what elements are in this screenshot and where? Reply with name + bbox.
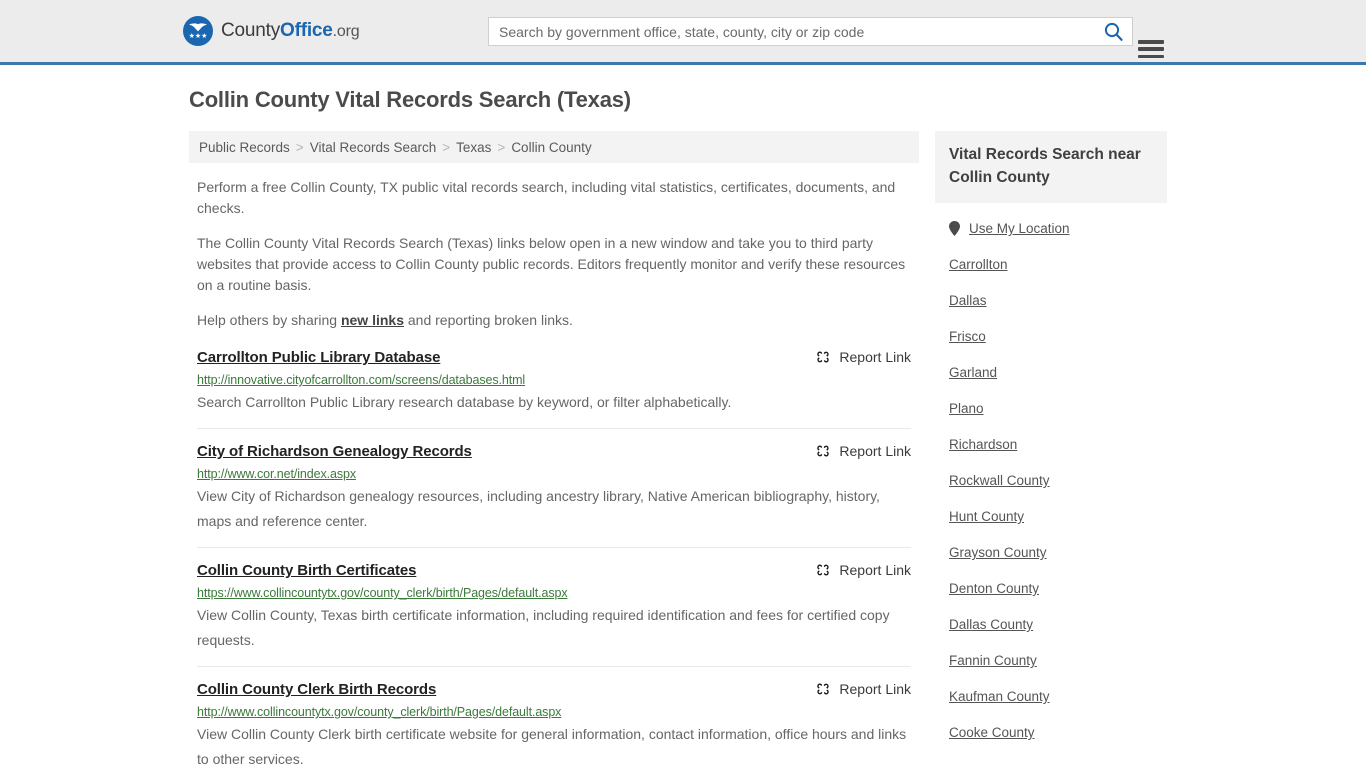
sidebar-link-kaufman-county[interactable]: Kaufman County	[949, 689, 1153, 704]
sidebar-link-grayson-county[interactable]: Grayson County	[949, 545, 1153, 560]
result-title-link[interactable]: Collin County Clerk Birth Records	[197, 681, 436, 698]
report-link-label: Report Link	[839, 349, 911, 365]
result-url[interactable]: http://www.cor.net/index.aspx	[197, 467, 911, 481]
breadcrumb-separator: >	[295, 139, 304, 155]
sidebar-link-dallas[interactable]: Dallas	[949, 293, 1153, 308]
intro-paragraph-3: Help others by sharing new links and rep…	[197, 310, 911, 331]
result-title-link[interactable]: City of Richardson Genealogy Records	[197, 443, 472, 460]
breadcrumb-separator: >	[442, 139, 451, 155]
sidebar-link-dallas-county[interactable]: Dallas County	[949, 617, 1153, 632]
result-url[interactable]: https://www.collincountytx.gov/county_cl…	[197, 586, 911, 600]
result-item: Collin County Birth Certificates Report …	[197, 547, 911, 666]
report-link-label: Report Link	[839, 681, 911, 697]
sidebar: Vital Records Search near Collin County …	[935, 131, 1167, 768]
sidebar-link-hunt-county[interactable]: Hunt County	[949, 509, 1153, 524]
result-description: View Collin County, Texas birth certific…	[197, 607, 890, 648]
results-list: Carrollton Public Library Database Repor…	[189, 345, 919, 768]
sidebar-link-carrollton[interactable]: Carrollton	[949, 257, 1153, 272]
logo-text-tld: .org	[332, 23, 360, 40]
use-my-location-link[interactable]: Use My Location	[969, 221, 1070, 236]
broken-link-icon	[817, 351, 830, 363]
use-my-location-row[interactable]: Use My Location	[949, 221, 1153, 236]
breadcrumb-separator: >	[497, 139, 506, 155]
hamburger-menu-button[interactable]	[1138, 38, 1164, 60]
breadcrumb-item-texas[interactable]: Texas	[456, 140, 491, 155]
sidebar-link-rockwall-county[interactable]: Rockwall County	[949, 473, 1153, 488]
search-button[interactable]	[1094, 18, 1132, 45]
result-title-link[interactable]: Collin County Birth Certificates	[197, 562, 416, 579]
report-link-button[interactable]: Report Link	[801, 349, 911, 365]
breadcrumb-item-collin-county: Collin County	[511, 139, 592, 155]
result-url[interactable]: http://www.collincountytx.gov/county_cle…	[197, 705, 911, 719]
main-content: Public Records > Vital Records Search > …	[189, 131, 919, 768]
result-item: Collin County Clerk Birth Records Report…	[197, 666, 911, 768]
logo-wordmark: CountyOffice.org	[221, 20, 360, 42]
breadcrumb: Public Records > Vital Records Search > …	[189, 131, 919, 163]
map-pin-icon	[949, 221, 960, 236]
result-description: View Collin County Clerk birth certifica…	[197, 726, 907, 767]
report-link-button[interactable]: Report Link	[801, 562, 911, 578]
sidebar-link-denton-county[interactable]: Denton County	[949, 581, 1153, 596]
sidebar-link-richardson[interactable]: Richardson	[949, 437, 1153, 452]
search-bar[interactable]	[488, 17, 1164, 58]
intro-text-after: and reporting broken links.	[404, 312, 573, 328]
sidebar-link-cooke-county[interactable]: Cooke County	[949, 725, 1153, 740]
broken-link-icon	[817, 445, 830, 457]
sidebar-heading: Vital Records Search near Collin County	[949, 146, 1141, 186]
broken-link-icon	[817, 564, 830, 576]
hamburger-bar-2	[1138, 47, 1164, 51]
breadcrumb-item-public-records[interactable]: Public Records	[199, 140, 290, 155]
report-link-label: Report Link	[839, 443, 911, 459]
result-url[interactable]: http://innovative.cityofcarrollton.com/s…	[197, 373, 911, 387]
site-logo[interactable]: ★★★ CountyOffice.org	[183, 16, 360, 46]
intro-paragraph-2: The Collin County Vital Records Search (…	[197, 235, 906, 293]
page-container: Collin County Vital Records Search (Texa…	[183, 65, 1183, 768]
hamburger-bar-3	[1138, 54, 1164, 58]
logo-text-office: Office	[280, 20, 333, 41]
breadcrumb-item-vital-records-search[interactable]: Vital Records Search	[310, 140, 437, 155]
site-header: ★★★ CountyOffice.org	[0, 0, 1366, 65]
new-links-link[interactable]: new links	[341, 312, 404, 328]
logo-eagle-icon: ★★★	[183, 16, 213, 46]
report-link-label: Report Link	[839, 562, 911, 578]
intro-text-before: Help others by sharing	[197, 312, 341, 328]
broken-link-icon	[817, 683, 830, 695]
sidebar-link-fannin-county[interactable]: Fannin County	[949, 653, 1153, 668]
search-input[interactable]	[489, 18, 1094, 45]
report-link-button[interactable]: Report Link	[801, 443, 911, 459]
page-title: Collin County Vital Records Search (Texa…	[189, 87, 631, 112]
intro-section: Perform a free Collin County, TX public …	[189, 163, 919, 331]
hamburger-bar-1	[1138, 40, 1164, 44]
result-description: Search Carrollton Public Library researc…	[197, 394, 732, 410]
sidebar-link-frisco[interactable]: Frisco	[949, 329, 1153, 344]
intro-paragraph-1: Perform a free Collin County, TX public …	[197, 179, 896, 216]
sidebar-heading-box: Vital Records Search near Collin County	[935, 131, 1167, 203]
sidebar-links: Use My Location Carrollton Dallas Frisco…	[935, 221, 1167, 740]
logo-stars-icon: ★★★	[188, 33, 208, 40]
sidebar-link-plano[interactable]: Plano	[949, 401, 1153, 416]
result-description: View City of Richardson genealogy resour…	[197, 488, 880, 529]
logo-text-county: County	[221, 20, 281, 41]
report-link-button[interactable]: Report Link	[801, 681, 911, 697]
sidebar-link-garland[interactable]: Garland	[949, 365, 1153, 380]
search-icon	[1104, 22, 1123, 41]
result-title-link[interactable]: Carrollton Public Library Database	[197, 349, 440, 366]
result-item: City of Richardson Genealogy Records Rep…	[197, 428, 911, 547]
result-item: Carrollton Public Library Database Repor…	[197, 345, 911, 428]
